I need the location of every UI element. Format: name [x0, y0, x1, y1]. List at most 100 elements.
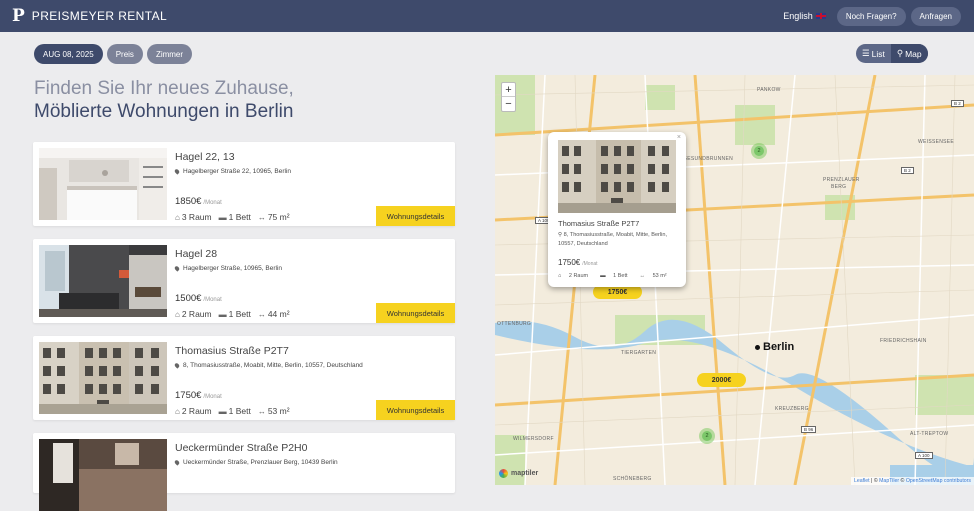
map-label-wilmersdorf: WILMERSDORF: [513, 436, 554, 442]
listing-address: 8, Thomasiusstraße, Moabit, Mitte, Berli…: [173, 362, 363, 369]
rooms-value: 3 Raum: [181, 212, 212, 222]
questions-button[interactable]: Noch Fragen?: [836, 6, 906, 26]
city-dot-icon: [755, 344, 760, 350]
popup-size-value: 53 m²: [652, 273, 667, 279]
leaflet-link[interactable]: Leaflet: [854, 478, 870, 484]
arrows-horizontal-icon: ↔: [257, 406, 266, 416]
popup-photo[interactable]: [558, 140, 676, 213]
listing-photo-living[interactable]: [39, 245, 167, 317]
popup-close-button[interactable]: ×: [677, 134, 681, 141]
address-text: Hagelberger Straße 22, 10965, Berlin: [183, 168, 292, 175]
size-feature: ↔ 75 m²: [258, 212, 290, 222]
rooms-feature: ⌂ 2 Raum: [175, 309, 212, 319]
request-button[interactable]: Anfragen: [910, 6, 961, 26]
price-marker[interactable]: 1750€: [593, 285, 642, 299]
home-icon: ⌂: [175, 406, 180, 416]
rooms-filter[interactable]: Zimmer: [146, 44, 193, 64]
popup-size: ↔ 53 m²: [640, 273, 673, 279]
size-value: 44 m²: [267, 309, 290, 319]
road-shield: B 2: [951, 100, 964, 107]
listing-card[interactable]: Ueckermünder Straße P2H0 Ueckermünder St…: [33, 433, 455, 511]
logo-mark: P: [12, 5, 25, 26]
address-text: Hagelberger Straße, 10965, Berlin: [183, 265, 283, 272]
beds-feature: ▬ 1 Bett: [219, 406, 251, 416]
maptiler-logo[interactable]: maptiler: [499, 469, 538, 478]
map-label-kreuzberg: KREUZBERG: [775, 406, 809, 412]
building-facade-photo: [558, 140, 676, 213]
arrows-horizontal-icon: ↔: [257, 309, 266, 319]
listing-title[interactable]: Hagel 28: [175, 248, 217, 260]
map-view-button[interactable]: ⚲ Map: [890, 44, 928, 63]
popup-rooms: ⌂ 2 Raum: [558, 273, 594, 279]
brand-logo[interactable]: P PREISMEYER RENTAL: [12, 5, 167, 26]
popup-address-text: 8, Thomasiusstraße, Moabit, Mitte, Berli…: [558, 232, 668, 247]
cluster-marker[interactable]: 2: [699, 428, 715, 444]
maptiler-text: maptiler: [511, 470, 539, 477]
list-view-button[interactable]: ☰ List: [856, 44, 891, 63]
map-attribution: Leaflet | © MapTiler © OpenStreetMap con…: [851, 477, 974, 485]
size-value: 53 m²: [267, 406, 290, 416]
cluster-marker[interactable]: 2: [751, 143, 767, 159]
listing-card[interactable]: Thomasius Straße P2T7 8, Thomasiusstraße…: [33, 336, 455, 420]
maptiler-logo-icon: [499, 469, 508, 478]
beds-feature: ▬ 1 Bett: [219, 309, 251, 319]
bed-icon: ▬: [600, 273, 608, 279]
page-heading-line1: Finden Sie Ihr neues Zuhause,: [34, 78, 294, 99]
maptiler-link[interactable]: MapTiler: [879, 478, 899, 484]
bed-icon: ▬: [218, 212, 227, 222]
osm-link[interactable]: OpenStreetMap contributors: [906, 478, 971, 484]
location-pin-icon: [173, 362, 181, 369]
listing-address: Hagelberger Straße 22, 10965, Berlin: [173, 168, 292, 175]
details-button[interactable]: Wohnungsdetails: [376, 400, 455, 420]
attribution-separator: | ©: [869, 478, 880, 484]
zoom-out-button[interactable]: −: [502, 97, 515, 111]
popup-title[interactable]: Thomasius Straße P2T7: [558, 219, 639, 228]
beds-value: 1 Bett: [228, 212, 251, 222]
list-view-label: List: [871, 48, 885, 59]
listing-title[interactable]: Thomasius Straße P2T7: [175, 345, 289, 357]
listing-features: ⌂ 2 Raum ▬ 1 Bett ↔ 44 m²: [175, 309, 297, 319]
beds-value: 1 Bett: [228, 406, 251, 416]
listing-address: Ueckermünder Straße, Prenzlauer Berg, 10…: [173, 459, 338, 466]
price-marker[interactable]: 2000€: [697, 373, 746, 387]
map-label-alt-treptow: ALT-TREPTOW: [910, 431, 949, 437]
listing-photo-bedroom[interactable]: [39, 439, 167, 511]
listing-photo-facade[interactable]: [39, 342, 167, 414]
uk-flag-icon: [815, 13, 826, 19]
view-toggle: ☰ List ⚲ Map: [856, 44, 928, 63]
top-navbar: P PREISMEYER RENTAL English Noch Fragen?…: [0, 0, 974, 32]
listing-card[interactable]: Hagel 22, 13 Hagelberger Straße 22, 1096…: [33, 142, 455, 226]
kitchen-photo: [39, 148, 167, 220]
details-button[interactable]: Wohnungsdetails: [376, 206, 455, 226]
map-popup: × Thomasius Straße P2T7 ⚲ 8, Thomasiusst…: [548, 132, 686, 287]
filter-bar: AUG 08, 2025 Preis Zimmer: [34, 44, 196, 64]
living-room-photo: [39, 245, 167, 317]
listing-title[interactable]: Hagel 22, 13: [175, 151, 235, 163]
listing-card[interactable]: Hagel 28 Hagelberger Straße, 10965, Berl…: [33, 239, 455, 323]
listing-price: 1500€/Monat: [175, 293, 222, 304]
price-value: 1750€: [175, 390, 202, 401]
price-filter[interactable]: Preis: [106, 44, 143, 64]
listing-features: ⌂ 3 Raum ▬ 1 Bett ↔ 75 m²: [175, 212, 297, 222]
price-value: 1850€: [175, 196, 202, 207]
map-label-pankow: PANKOW: [757, 87, 781, 93]
details-button[interactable]: Wohnungsdetails: [376, 303, 455, 323]
home-icon: ⌂: [175, 212, 180, 222]
price-value: 1500€: [175, 293, 202, 304]
date-filter[interactable]: AUG 08, 2025: [34, 44, 103, 64]
listing-price: 1750€/Monat: [175, 390, 222, 401]
language-selector[interactable]: English: [783, 11, 826, 21]
listing-photo-kitchen[interactable]: [39, 148, 167, 220]
popup-features: ⌂ 2 Raum ▬ 1 Bett ↔ 53 m²: [558, 273, 679, 279]
arrows-horizontal-icon: ↔: [257, 212, 266, 222]
language-label: English: [783, 11, 813, 21]
listing-address: Hagelberger Straße, 10965, Berlin: [173, 265, 283, 272]
size-feature: ↔ 53 m²: [258, 406, 290, 416]
zoom-in-button[interactable]: +: [502, 83, 515, 97]
price-period: /Monat: [203, 200, 222, 206]
map-view[interactable]: + − PANKOW GESUNDBRUNNEN WEISSENSEE PREN…: [495, 75, 974, 485]
listing-title[interactable]: Ueckermünder Straße P2H0: [175, 442, 307, 454]
rooms-feature: ⌂ 3 Raum: [175, 212, 212, 222]
map-label-gesundbrunnen: GESUNDBRUNNEN: [683, 156, 734, 162]
city-name: Berlin: [763, 341, 795, 353]
